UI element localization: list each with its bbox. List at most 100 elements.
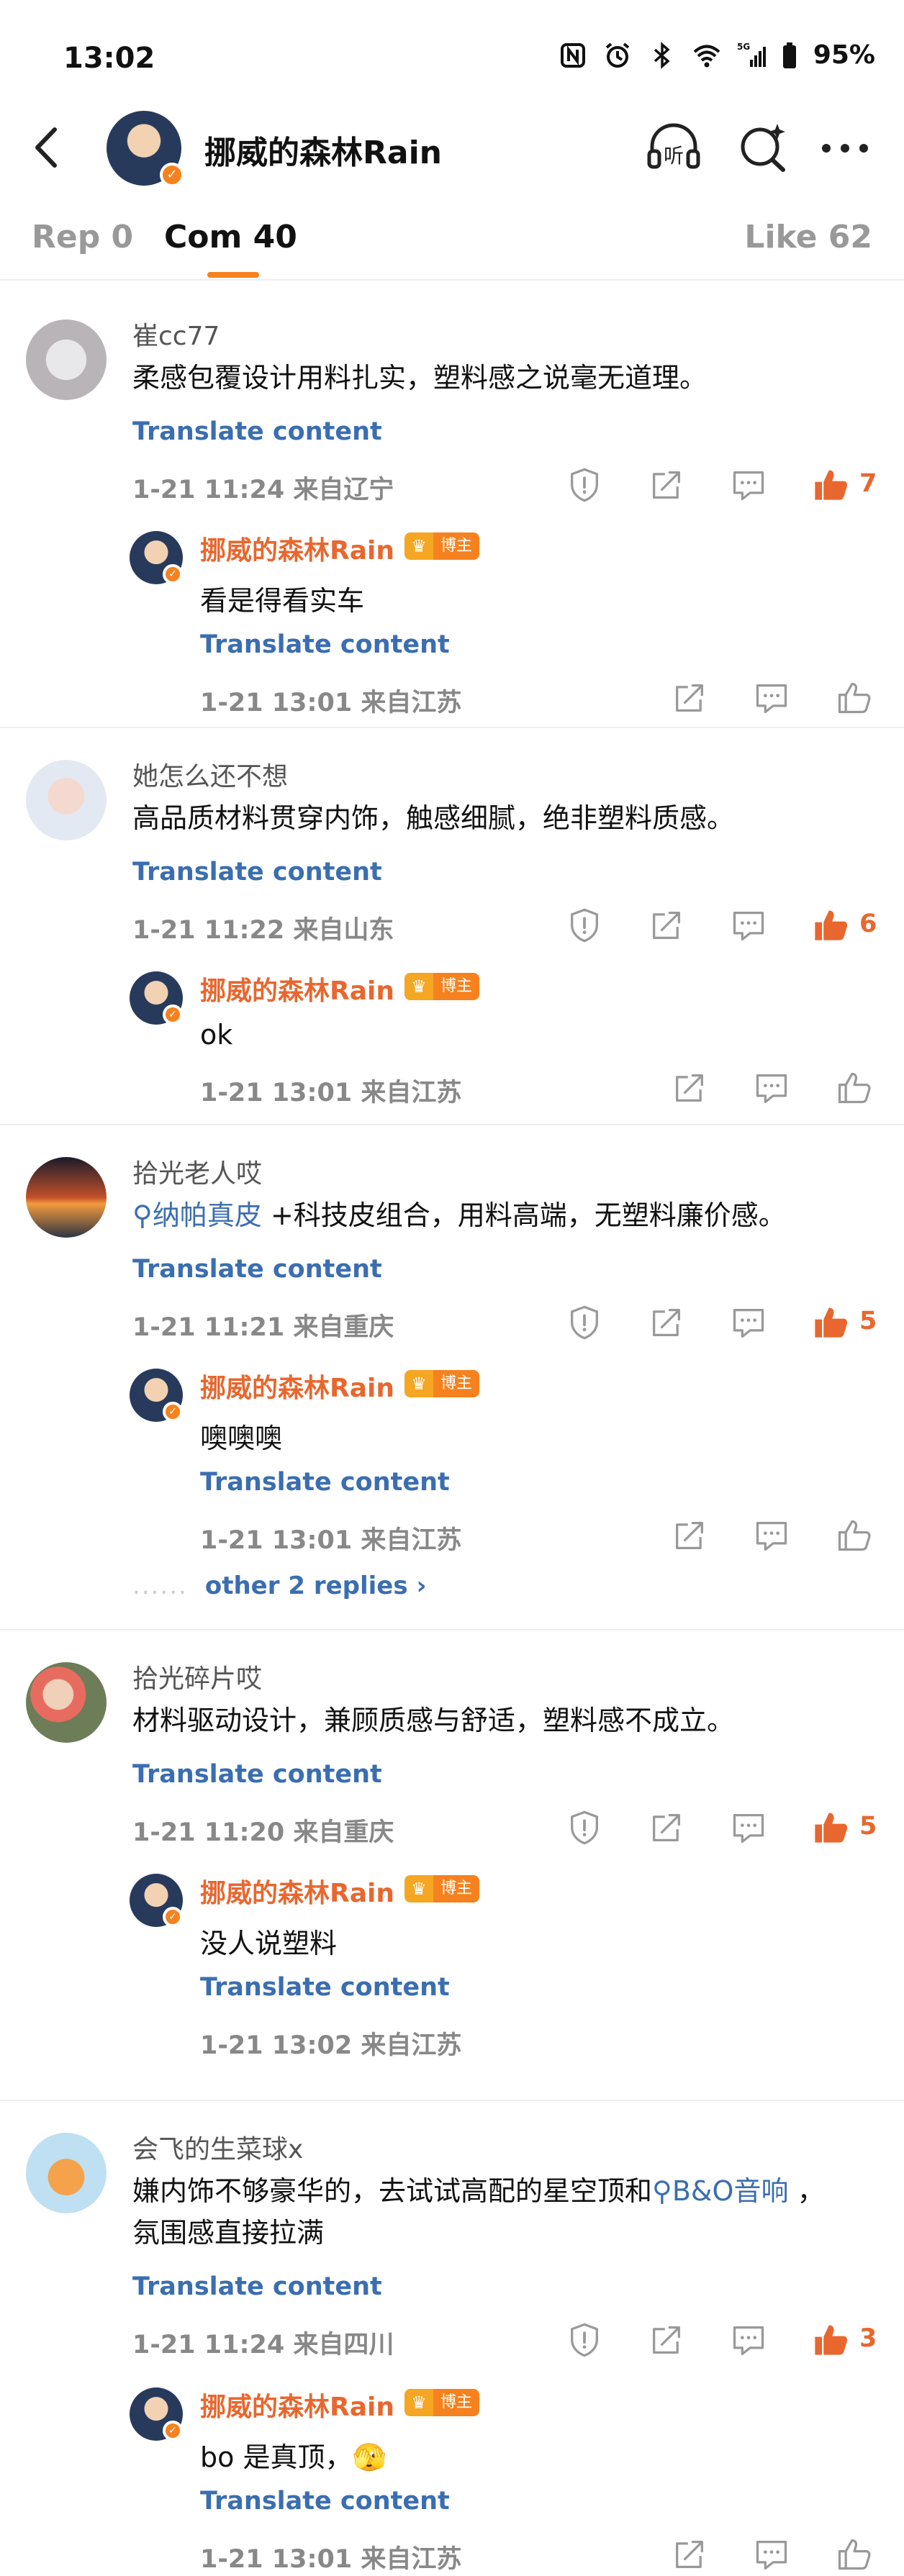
translate-link[interactable]: Translate content — [200, 630, 450, 659]
like-icon[interactable] — [835, 1069, 872, 1107]
network-type-label: 5G — [737, 42, 750, 52]
commenter-avatar[interactable] — [26, 760, 107, 840]
commenter-name[interactable]: 崔cc77 — [132, 315, 220, 353]
commenter-name[interactable]: 她怎么还不想 — [132, 756, 288, 793]
reply-author-avatar[interactable]: ✓ — [130, 971, 183, 1025]
share-icon[interactable] — [648, 907, 685, 944]
like-count: 5 — [859, 1307, 877, 1335]
commenter-avatar[interactable] — [26, 1157, 107, 1238]
like-count: 5 — [859, 1812, 877, 1841]
reply-comment-icon[interactable] — [753, 1069, 790, 1107]
share-icon[interactable] — [671, 1069, 708, 1107]
like-icon-active[interactable] — [812, 907, 849, 944]
translate-link[interactable]: Translate content — [132, 1255, 382, 1284]
ai-search-icon[interactable] — [734, 119, 792, 177]
share-icon[interactable] — [648, 1304, 685, 1341]
commenter-name[interactable]: 拾光老人哎 — [132, 1153, 262, 1190]
report-icon[interactable] — [566, 1809, 603, 1846]
reply-author-avatar[interactable]: ✓ — [130, 1874, 183, 1927]
translate-link[interactable]: Translate content — [200, 1468, 450, 1497]
reply-comment-icon[interactable] — [753, 2536, 790, 2573]
like-icon-active[interactable] — [812, 466, 849, 504]
report-icon[interactable] — [566, 907, 603, 944]
translate-link[interactable]: Translate content — [200, 1973, 450, 2002]
reply-comment-icon[interactable] — [753, 679, 790, 717]
like-icon[interactable] — [835, 1517, 872, 1554]
reply-comment-icon[interactable] — [730, 907, 767, 944]
like-icon[interactable] — [835, 679, 872, 717]
comment-list: 崔cc77 柔感包覆设计用料扎实，塑料感之说毫无道理。 Translate co… — [0, 288, 904, 2576]
translate-link[interactable]: Translate content — [200, 2487, 450, 2516]
share-icon[interactable] — [648, 466, 685, 504]
thread-line: ...... — [132, 1572, 188, 1600]
battery-percent: 95% — [813, 40, 875, 70]
verified-badge-icon: ✓ — [163, 2421, 183, 2441]
commenter-avatar[interactable] — [26, 319, 107, 400]
active-tab-indicator — [207, 272, 259, 278]
share-icon[interactable] — [648, 1809, 685, 1846]
like-icon-active[interactable] — [812, 2321, 849, 2359]
view-more-replies[interactable]: ...... other 2 replies › — [132, 1572, 426, 1600]
comment-text: 材料驱动设计，兼顾质感与舒适，塑料感不成立。 — [132, 1705, 735, 1736]
more-dots-icon[interactable] — [816, 119, 874, 177]
commenter-avatar[interactable] — [26, 1662, 107, 1743]
reply-text: ok — [200, 1019, 233, 1051]
comment-text: ⚲纳帕真皮 +科技皮组合，用料高端，无塑料廉价感。 — [132, 1199, 786, 1231]
reply-author-avatar[interactable]: ✓ — [130, 531, 183, 584]
reply-meta: 1-21 13:01 来自江苏 — [200, 1526, 462, 1555]
commenter-avatar[interactable] — [26, 2133, 107, 2213]
reply-author-name[interactable]: 挪威的森林Rain — [200, 970, 394, 1007]
comment-text: 柔感包覆设计用料扎实，塑料感之说毫无道理。 — [132, 362, 708, 394]
topic-link[interactable]: ⚲纳帕真皮 — [132, 1199, 262, 1231]
topic-link[interactable]: ⚲B&O音响 — [652, 2175, 788, 2207]
share-icon[interactable] — [671, 2536, 708, 2573]
reply-comment-icon[interactable] — [730, 1809, 767, 1846]
report-icon[interactable] — [566, 2321, 603, 2359]
tab-comments[interactable]: Com 40 — [164, 219, 297, 255]
comment-item: 拾光老人哎 ⚲纳帕真皮 +科技皮组合，用料高端，无塑料廉价感。 Translat… — [0, 1125, 904, 1631]
comment-meta: 1-21 11:20 来自重庆 — [132, 1818, 394, 1847]
reply-author-name[interactable]: 挪威的森林Rain — [200, 2386, 394, 2423]
share-icon[interactable] — [671, 679, 708, 717]
comment-item: 崔cc77 柔感包覆设计用料扎实，塑料感之说毫无道理。 Translate co… — [0, 288, 904, 728]
author-name[interactable]: 挪威的森林Rain — [204, 127, 442, 173]
verified-badge-icon: ✓ — [163, 1402, 183, 1422]
reply-author-name[interactable]: 挪威的森林Rain — [200, 1367, 394, 1405]
reply-author-name[interactable]: 挪威的森林Rain — [200, 1872, 394, 1910]
commenter-name[interactable]: 会飞的生菜球x — [132, 2128, 303, 2166]
crown-icon: ♛ — [404, 1370, 433, 1397]
tab-likes[interactable]: Like 62 — [744, 219, 872, 255]
comment-item: 会飞的生菜球x 嫌内饰不够豪华的，去试试高配的星空顶和⚲B&O音响 ， 氛围感直… — [0, 2101, 904, 2576]
reply-author-avatar[interactable]: ✓ — [130, 2387, 183, 2441]
reply-author-name[interactable]: 挪威的森林Rain — [200, 530, 394, 567]
reply-text: 看是得看实车 — [200, 585, 365, 617]
tab-reposts[interactable]: Rep 0 — [32, 219, 133, 255]
status-icons: 5G 95% — [559, 40, 875, 70]
share-icon[interactable] — [671, 1517, 708, 1554]
bluetooth-icon — [654, 41, 670, 69]
reply-comment-icon[interactable] — [730, 466, 767, 504]
commenter-name[interactable]: 拾光碎片哎 — [132, 1658, 262, 1695]
reply-comment-icon[interactable] — [730, 1304, 767, 1341]
translate-link[interactable]: Translate content — [132, 417, 382, 446]
like-icon-active[interactable] — [812, 1809, 849, 1846]
like-icon-active[interactable] — [812, 1304, 849, 1341]
reply-comment-icon[interactable] — [730, 2321, 767, 2359]
reply-comment-icon[interactable] — [753, 1517, 790, 1554]
share-icon[interactable] — [648, 2321, 685, 2359]
translate-link[interactable]: Translate content — [132, 2272, 382, 2301]
like-count: 7 — [859, 469, 877, 498]
reply-text: 没人说塑料 — [200, 1928, 338, 1959]
report-icon[interactable] — [566, 1304, 603, 1341]
like-count: 3 — [859, 2324, 877, 2353]
translate-link[interactable]: Translate content — [132, 858, 382, 886]
report-icon[interactable] — [566, 466, 603, 504]
translate-link[interactable]: Translate content — [132, 1760, 382, 1789]
author-avatar[interactable]: ✓ — [107, 111, 184, 187]
back-arrow-icon[interactable] — [26, 122, 69, 173]
status-bar: 13:02 5G 95% — [0, 0, 904, 101]
reply-author-avatar[interactable]: ✓ — [130, 1369, 183, 1422]
search-icon: ⚲ — [132, 1199, 153, 1231]
like-icon[interactable] — [835, 2536, 872, 2573]
headphones-listen-icon[interactable]: 听 — [645, 119, 702, 177]
